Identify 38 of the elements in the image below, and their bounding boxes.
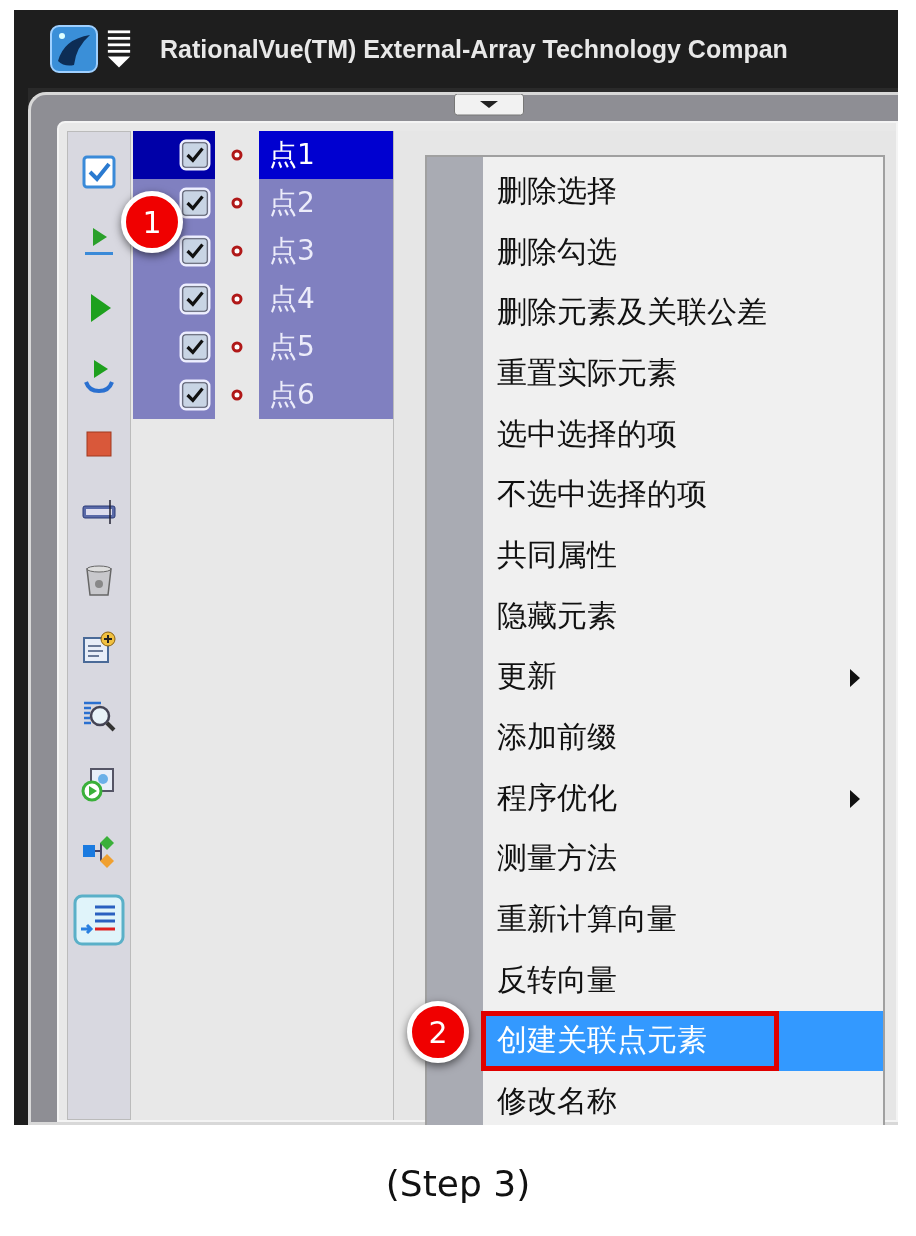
play-window-icon[interactable] (81, 766, 117, 802)
menu-item[interactable]: 测量方法 (427, 828, 883, 890)
checkbox[interactable] (179, 283, 211, 315)
menu-icon[interactable] (106, 28, 132, 70)
app-logo-icon[interactable] (50, 25, 98, 73)
point-icon (231, 341, 243, 353)
checkbox[interactable] (179, 331, 211, 363)
point-icon (231, 293, 243, 305)
menu-item[interactable]: 隐藏元素 (427, 585, 883, 647)
menu-item[interactable]: 程序优化 (427, 767, 883, 829)
window-title: RationalVue(TM) External-Array Technology Compan (160, 34, 788, 64)
collapse-tab[interactable] (454, 94, 524, 116)
menu-item[interactable]: 更新 (427, 646, 883, 708)
flowchart-icon[interactable] (81, 834, 117, 870)
menu-item[interactable]: 重置实际元素 (427, 343, 883, 404)
point-icon (231, 197, 243, 209)
point-icon (231, 245, 243, 257)
point-icon (231, 149, 243, 161)
play-loop-icon[interactable] (81, 358, 117, 394)
checkbox-icon[interactable] (81, 154, 117, 190)
checkbox[interactable] (179, 235, 211, 267)
list-icon[interactable] (73, 894, 125, 946)
menu-item[interactable]: 不选中选择的项 (427, 464, 883, 526)
menu-item[interactable]: 修改名称 (427, 1071, 883, 1125)
point-item[interactable]: 点1 (259, 131, 393, 179)
menu-item[interactable]: 重新计算向量 (427, 889, 883, 950)
menu-item[interactable]: 添加前缀 (427, 707, 883, 768)
menu-item[interactable]: 删除勾选 (427, 221, 883, 283)
menu-item[interactable]: 删除元素及关联公差 (427, 282, 883, 344)
caption: (Step 3) (384, 1163, 532, 1204)
point-icon (231, 389, 243, 401)
menu-item[interactable]: 共同属性 (427, 525, 883, 586)
menu-item[interactable]: 删除选择 (427, 161, 883, 222)
menu-item[interactable]: 选中选择的项 (427, 403, 883, 465)
checkbox[interactable] (179, 139, 211, 171)
checkbox[interactable] (179, 187, 211, 219)
add-document-icon[interactable] (81, 630, 117, 666)
checkbox[interactable] (179, 379, 211, 411)
